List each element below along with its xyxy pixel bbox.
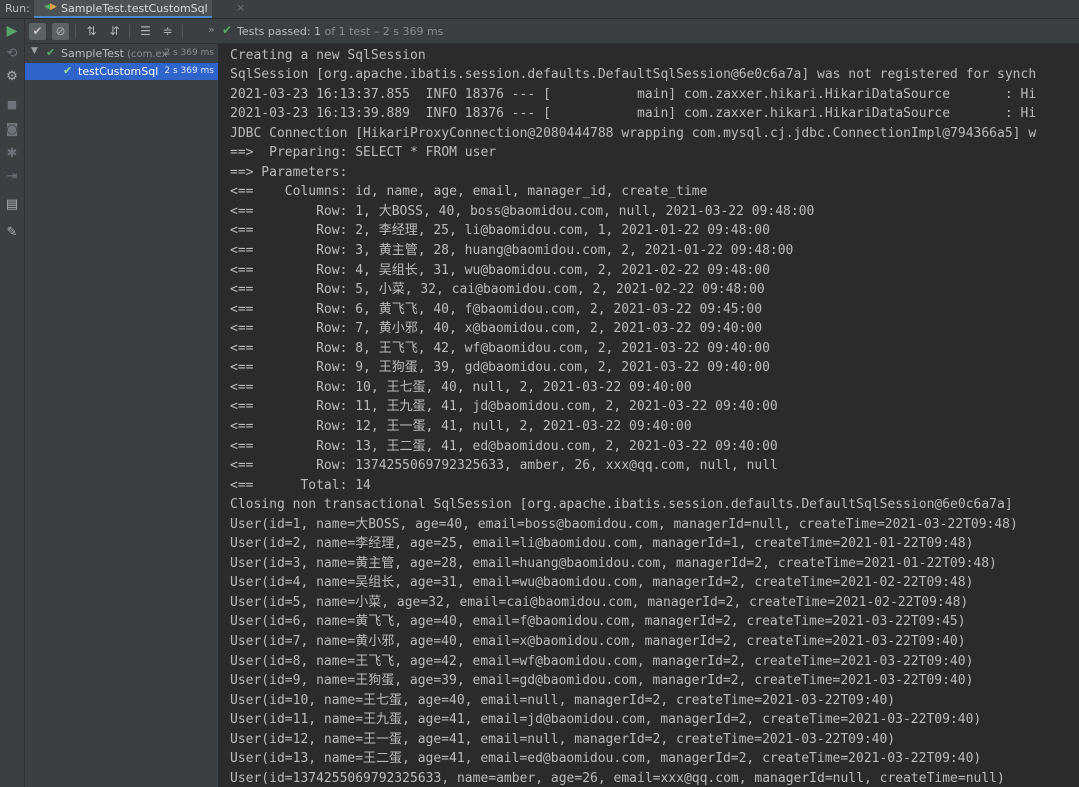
tab-label: SampleTest.testCustomSql — [61, 2, 208, 15]
console-line: <== Row: 1374255069792325633, amber, 26,… — [230, 458, 778, 474]
camera-icon[interactable]: ◙ — [4, 122, 20, 138]
console-line: User(id=13, name=王二蛋, age=41, email=ed@b… — [230, 751, 982, 767]
console-line: User(id=5, name=小菜, age=32, email=cai@ba… — [230, 594, 969, 610]
test-tree: ▼ ✔ SampleTest (com.ex· 2 s 369 ms ✔ tes… — [25, 44, 219, 787]
test-passed-icon: ✔ — [222, 23, 233, 37]
status-suffix: of 1 test – 2 s 369 ms — [321, 25, 444, 38]
tree-item-duration: 2 s 369 ms — [164, 48, 214, 58]
status-count: 1 — [314, 25, 322, 38]
console-line: ==> Parameters: — [230, 164, 356, 180]
console-line: User(id=10, name=王七蛋, age=40, email=null… — [230, 692, 896, 708]
tree-item-label: SampleTest (com.ex· — [61, 47, 171, 60]
console-line: <== Row: 1, 大BOSS, 40, boss@baomidou.com… — [230, 203, 815, 219]
console-line: User(id=4, name=吴组长, age=31, email=wu@ba… — [230, 575, 974, 591]
console-line: <== Row: 7, 黄小邪, 40, x@baomidou.com, 2, … — [230, 321, 763, 337]
status-prefix: Tests passed: — [237, 25, 315, 38]
console-line: User(id=11, name=王九蛋, age=41, email=jd@b… — [230, 712, 982, 728]
console-line: <== Row: 10, 王七蛋, 40, null, 2, 2021-03-2… — [230, 379, 692, 395]
chevron-down-icon[interactable]: ▼ — [31, 46, 38, 56]
console-line: User(id=6, name=黄飞飞, age=40, email=f@bao… — [230, 614, 966, 630]
run-label: Run: — [5, 2, 30, 15]
console-line: User(id=7, name=黄小邪, age=40, email=x@bao… — [230, 634, 966, 649]
console-line: <== Row: 6, 黄飞飞, 40, f@baomidou.com, 2, … — [230, 301, 763, 317]
console-line: User(id=3, name=黄主管, age=28, email=huang… — [230, 555, 997, 571]
test-toolbar: ✔ ⊘ ⇅ ⇵ ☰ ≑ » ✔ Tests passed: 1 of 1 tes… — [25, 19, 1079, 44]
console-line: User(id=8, name=王飞飞, age=42, email=wf@ba… — [230, 653, 974, 669]
tree-item-testcustomsql[interactable]: ✔ testCustomSql 2 s 369 ms — [25, 63, 218, 80]
console-line: User(id=2, name=李经理, age=25, email=li@ba… — [230, 536, 974, 552]
console-line: User(id=1374255069792325633, name=amber,… — [230, 770, 1005, 786]
console-line: User(id=9, name=王狗蛋, age=39, email=gd@ba… — [230, 673, 974, 689]
show-ignored-icon[interactable]: ⊘ — [52, 23, 69, 40]
console-line: 2021-03-23 16:13:37.855 INFO 18376 --- [… — [230, 86, 1037, 102]
expand-all-icon[interactable]: ☰ — [137, 23, 154, 40]
console-line: <== Row: 12, 王一蛋, 41, null, 2, 2021-03-2… — [230, 418, 692, 434]
console-line: <== Row: 13, 王二蛋, 41, ed@baomidou.com, 2… — [230, 438, 778, 454]
console-line: JDBC Connection [HikariProxyConnection@2… — [230, 125, 1037, 141]
console-line: User(id=12, name=王一蛋, age=41, email=null… — [230, 731, 896, 747]
console-line: <== Columns: id, name, age, email, manag… — [230, 184, 708, 200]
run-tool-window: Run: ◀ ▶ SampleTest.testCustomSql × ▶ ⟲ … — [0, 0, 1079, 787]
sort-duration-icon[interactable]: ⇵ — [106, 23, 123, 40]
console-output[interactable]: Creating a new SqlSession SqlSession [org… — [219, 44, 1079, 787]
show-passed-icon[interactable]: ✔ — [29, 23, 46, 40]
pin-icon[interactable]: ✎ — [4, 225, 20, 241]
more-actions-icon[interactable]: » — [208, 23, 215, 36]
tree-item-label: testCustomSql — [78, 65, 159, 78]
rerun-failed-icon[interactable]: ⟲ — [4, 46, 20, 62]
sort-alpha-icon[interactable]: ⇅ — [83, 23, 100, 40]
run-config-arrow-icon: ▶ — [50, 2, 57, 12]
test-status: Tests passed: 1 of 1 test – 2 s 369 ms — [237, 25, 443, 38]
collapse-all-icon[interactable]: ≑ — [159, 23, 176, 40]
play-icon[interactable]: ▶ — [4, 23, 20, 39]
layout-icon[interactable]: ▤ — [4, 197, 20, 213]
test-passed-icon: ✔ — [46, 46, 56, 59]
console-line: <== Row: 8, 王飞飞, 42, wf@baomidou.com, 2,… — [230, 340, 770, 356]
run-left-toolbar: ▶ ⟲ ⚙ ■ ◙ ✱ ⇥ ▤ ✎ — [0, 19, 25, 787]
tab-sampletest-testcustomsql[interactable]: ◀ ▶ SampleTest.testCustomSql × — [34, 0, 245, 18]
console-line: <== Total: 14 — [230, 477, 371, 493]
close-tab-icon[interactable]: × — [236, 1, 245, 14]
debug-icon[interactable]: ⚙ — [4, 69, 20, 85]
console-line: User(id=1, name=大BOSS, age=40, email=bos… — [230, 516, 1018, 532]
console-line: 2021-03-23 16:13:39.889 INFO 18376 --- [… — [230, 106, 1037, 122]
stop-icon[interactable]: ■ — [4, 97, 20, 113]
console-line: <== Row: 5, 小菜, 32, cai@baomidou.com, 2,… — [230, 282, 765, 298]
console-line: Closing non transactional SqlSession [or… — [230, 497, 1013, 513]
run-header: Run: ◀ ▶ SampleTest.testCustomSql × — [0, 0, 1079, 19]
toolbar-divider — [182, 24, 183, 38]
bug-icon[interactable]: ✱ — [4, 146, 20, 162]
toolbar-divider — [75, 24, 76, 38]
console-line: <== Row: 2, 李经理, 25, li@baomidou.com, 1,… — [230, 223, 770, 239]
console-line: SqlSession [org.apache.ibatis.session.de… — [230, 67, 1037, 83]
console-line: Creating a new SqlSession — [230, 47, 426, 63]
tree-item-name: SampleTest — [61, 47, 124, 60]
console-line: ==> Preparing: SELECT * FROM user — [230, 145, 497, 161]
toolbar-divider — [129, 24, 130, 38]
exit-icon[interactable]: ⇥ — [4, 169, 20, 185]
console-line: <== Row: 4, 吴组长, 31, wu@baomidou.com, 2,… — [230, 262, 770, 278]
tree-item-sampletest[interactable]: ▼ ✔ SampleTest (com.ex· 2 s 369 ms — [25, 45, 218, 62]
test-passed-icon: ✔ — [63, 64, 73, 77]
console-line: <== Row: 11, 王九蛋, 41, jd@baomidou.com, 2… — [230, 399, 778, 415]
tree-item-duration: 2 s 369 ms — [164, 66, 214, 76]
console-line: <== Row: 9, 王狗蛋, 39, gd@baomidou.com, 2,… — [230, 360, 770, 376]
console-line: <== Row: 3, 黄主管, 28, huang@baomidou.com,… — [230, 243, 794, 258]
